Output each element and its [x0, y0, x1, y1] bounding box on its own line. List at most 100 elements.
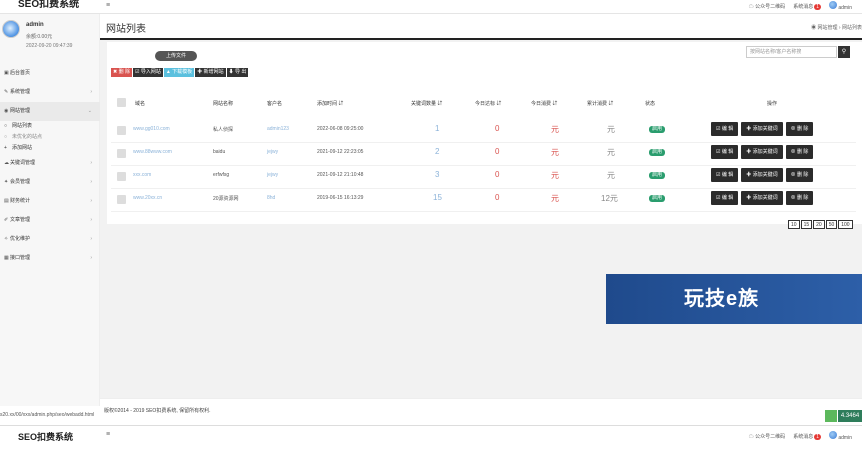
sidebar-item-maintenance[interactable]: ✧ 优化维护 ›: [0, 230, 100, 249]
user-avatar-icon: [828, 431, 837, 439]
cell-domain[interactable]: www.20xx.cn: [133, 195, 162, 201]
search-input[interactable]: 按网站名称/客户名称搜: [746, 46, 837, 58]
sidebar-nav: ▣后台首页 ✎ 系统管理 › ◉ 网站管理 ⌄ ○ 网站列表 ○ 未优化的站点 + 添加网站 …: [0, 64, 100, 268]
row-checkbox[interactable]: [117, 195, 126, 204]
cell-today-hit: 0: [495, 193, 500, 202]
cell-client[interactable]: jejwy: [267, 172, 278, 178]
brand-logo[interactable]: SEO扣费系统: [18, 0, 79, 10]
cell-today-cost: 元: [551, 194, 559, 203]
speed-widget-icon[interactable]: [825, 410, 837, 422]
profile-balance: 余额:0.00元: [26, 34, 53, 40]
menu-toggle-icon[interactable]: ≡: [106, 431, 110, 438]
add-site-button[interactable]: ✚ 新增网站: [195, 68, 226, 77]
row-checkbox[interactable]: [117, 172, 126, 181]
search-button[interactable]: ⚲: [838, 46, 850, 58]
breadcrumb[interactable]: ◉ 网站管理 › 网站列表: [811, 24, 862, 31]
upload-file-button[interactable]: 上传文件: [155, 51, 197, 61]
cell-domain[interactable]: www.gg010.com: [133, 126, 170, 132]
column-header-keyword-count[interactable]: 关键词数量 ⇵: [411, 100, 442, 107]
column-header-today-hit[interactable]: 今日达标 ⇵: [475, 100, 501, 107]
add-keyword-button[interactable]: ✚ 添加关键词: [741, 145, 783, 159]
edit-button[interactable]: ☑ 编 辑: [711, 168, 739, 182]
delete-row-button[interactable]: ⊗ 删 除: [785, 168, 814, 182]
user-profile: admin 余额:0.00元 2022-09-20 09:47:39: [0, 16, 100, 52]
page-size-100[interactable]: 100: [838, 220, 853, 229]
cell-domain[interactable]: www.88www.com: [133, 149, 172, 155]
select-all-checkbox[interactable]: [117, 98, 126, 107]
row-checkbox[interactable]: [117, 149, 126, 158]
sidebar-item-label: 文章管理: [10, 217, 31, 223]
chevron-right-icon: ›: [90, 255, 92, 261]
cell-keyword-count[interactable]: 2: [435, 147, 439, 156]
cell-client[interactable]: admin123: [267, 126, 289, 132]
row-actions: ☑ 编 辑 ✚ 添加关键词 ⊗ 删 除: [711, 145, 814, 159]
add-keyword-button[interactable]: ✚ 添加关键词: [741, 122, 783, 136]
sidebar-item-home[interactable]: ▣后台首页: [0, 64, 100, 83]
sidebar-item-sites[interactable]: ◉ 网站管理 ⌄: [0, 102, 100, 121]
delete-row-button[interactable]: ⊗ 删 除: [785, 191, 814, 205]
messages-link[interactable]: 系统消息 1: [793, 433, 821, 440]
status-badge: 启用: [649, 195, 666, 202]
watermark-banner: 玩技e族: [606, 274, 862, 324]
table-row: xxx.com erfwfsg jejwy 2021-09-12 21:10:4…: [111, 166, 856, 189]
column-header-today-cost[interactable]: 今日消费 ⇵: [531, 100, 557, 107]
column-header-total-cost[interactable]: 累计消费 ⇵: [587, 100, 613, 107]
top-right-tools: ☁ 公众号二维码 系统消息 1 admin: [749, 1, 852, 11]
cell-domain[interactable]: xxx.com: [133, 172, 151, 178]
cell-added-time: 2021-09-12 21:10:48: [317, 172, 364, 178]
page-size-20[interactable]: 20: [813, 220, 825, 229]
row-checkbox[interactable]: [117, 126, 126, 135]
edit-button[interactable]: ☑ 编 辑: [711, 191, 739, 205]
page-size-selector: 10 15 20 50 100: [788, 220, 853, 229]
messages-link[interactable]: 系统消息 1: [793, 3, 821, 10]
cell-today-hit: 0: [495, 124, 500, 133]
sidebar-item-label: 后台首页: [10, 70, 31, 76]
export-button[interactable]: ⬇ 导 出: [226, 68, 249, 77]
page-size-15[interactable]: 15: [800, 220, 813, 229]
cell-keyword-count[interactable]: 3: [435, 170, 439, 179]
user-avatar-icon: [828, 1, 837, 9]
qr-code-link[interactable]: ☁ 公众号二维码: [749, 3, 785, 10]
edit-button[interactable]: ☑ 编 辑: [711, 122, 739, 136]
status-bar-url: s20.xx/00/xxx/admin.php/seo/webadd.html: [0, 412, 95, 418]
circle-icon: ○: [4, 134, 8, 140]
cell-client[interactable]: 8hd: [267, 195, 275, 201]
cell-client[interactable]: jejwy: [267, 149, 278, 155]
delete-row-button[interactable]: ⊗ 删 除: [785, 145, 814, 159]
brand-logo[interactable]: SEO扣费系统: [18, 430, 73, 443]
page-size-10[interactable]: 10: [788, 220, 800, 229]
page-size-50[interactable]: 50: [825, 220, 838, 229]
sidebar-subitem-unoptimized[interactable]: ○ 未优化的站点: [0, 132, 100, 143]
menu-toggle-icon[interactable]: ≡: [106, 2, 110, 9]
sidebar-item-keywords[interactable]: ☁关键词管理 ›: [0, 154, 100, 173]
download-template-button[interactable]: ▲ 下载模板: [163, 68, 195, 77]
sidebar-item-members[interactable]: ✦ 会员管理 ›: [0, 173, 100, 192]
sidebar-subitem-site-list[interactable]: ○ 网站列表: [0, 121, 100, 132]
qr-code-link[interactable]: ☁ 公众号二维码: [749, 433, 785, 440]
sidebar-subitem-add-site[interactable]: + 添加网站: [0, 143, 100, 154]
column-header-site-name: 网站名称: [213, 101, 234, 107]
delete-button[interactable]: ✖ 删 除: [111, 68, 132, 77]
chevron-right-icon: ›: [90, 179, 92, 185]
column-header-added-time[interactable]: 添加时间 ⇵: [317, 100, 343, 107]
sidebar: admin 余额:0.00元 2022-09-20 09:47:39 ▣后台首页…: [0, 14, 100, 406]
main-content: 网站列表 ◉ 网站管理 › 网站列表 上传文件 按网站名称/客户名称搜 ⚲ ✖ …: [100, 14, 862, 406]
profile-login-time: 2022-09-20 09:47:39: [26, 43, 73, 49]
sidebar-item-system[interactable]: ✎ 系统管理 ›: [0, 83, 100, 102]
table-row: www.88www.com baidu jejwy 2021-09-12 22:…: [111, 143, 856, 166]
cell-total-cost: 元: [607, 148, 615, 157]
chevron-right-icon: ›: [90, 217, 92, 223]
row-actions: ☑ 编 辑 ✚ 添加关键词 ⊗ 删 除: [711, 122, 814, 136]
add-keyword-button[interactable]: ✚ 添加关键词: [741, 191, 783, 205]
sidebar-item-finance[interactable]: ▤财务统计 ›: [0, 192, 100, 211]
import-sites-button[interactable]: ☑ 导入网站: [132, 68, 163, 77]
user-menu[interactable]: admin: [828, 431, 852, 441]
delete-row-button[interactable]: ⊗ 删 除: [785, 122, 814, 136]
cell-keyword-count[interactable]: 1: [435, 124, 439, 133]
user-menu[interactable]: admin: [828, 1, 852, 11]
sidebar-item-api[interactable]: ▦接口管理 ›: [0, 249, 100, 268]
cell-keyword-count[interactable]: 15: [433, 193, 442, 202]
sidebar-item-articles[interactable]: ✐ 文章管理 ›: [0, 211, 100, 230]
add-keyword-button[interactable]: ✚ 添加关键词: [741, 168, 783, 182]
edit-button[interactable]: ☑ 编 辑: [711, 145, 739, 159]
